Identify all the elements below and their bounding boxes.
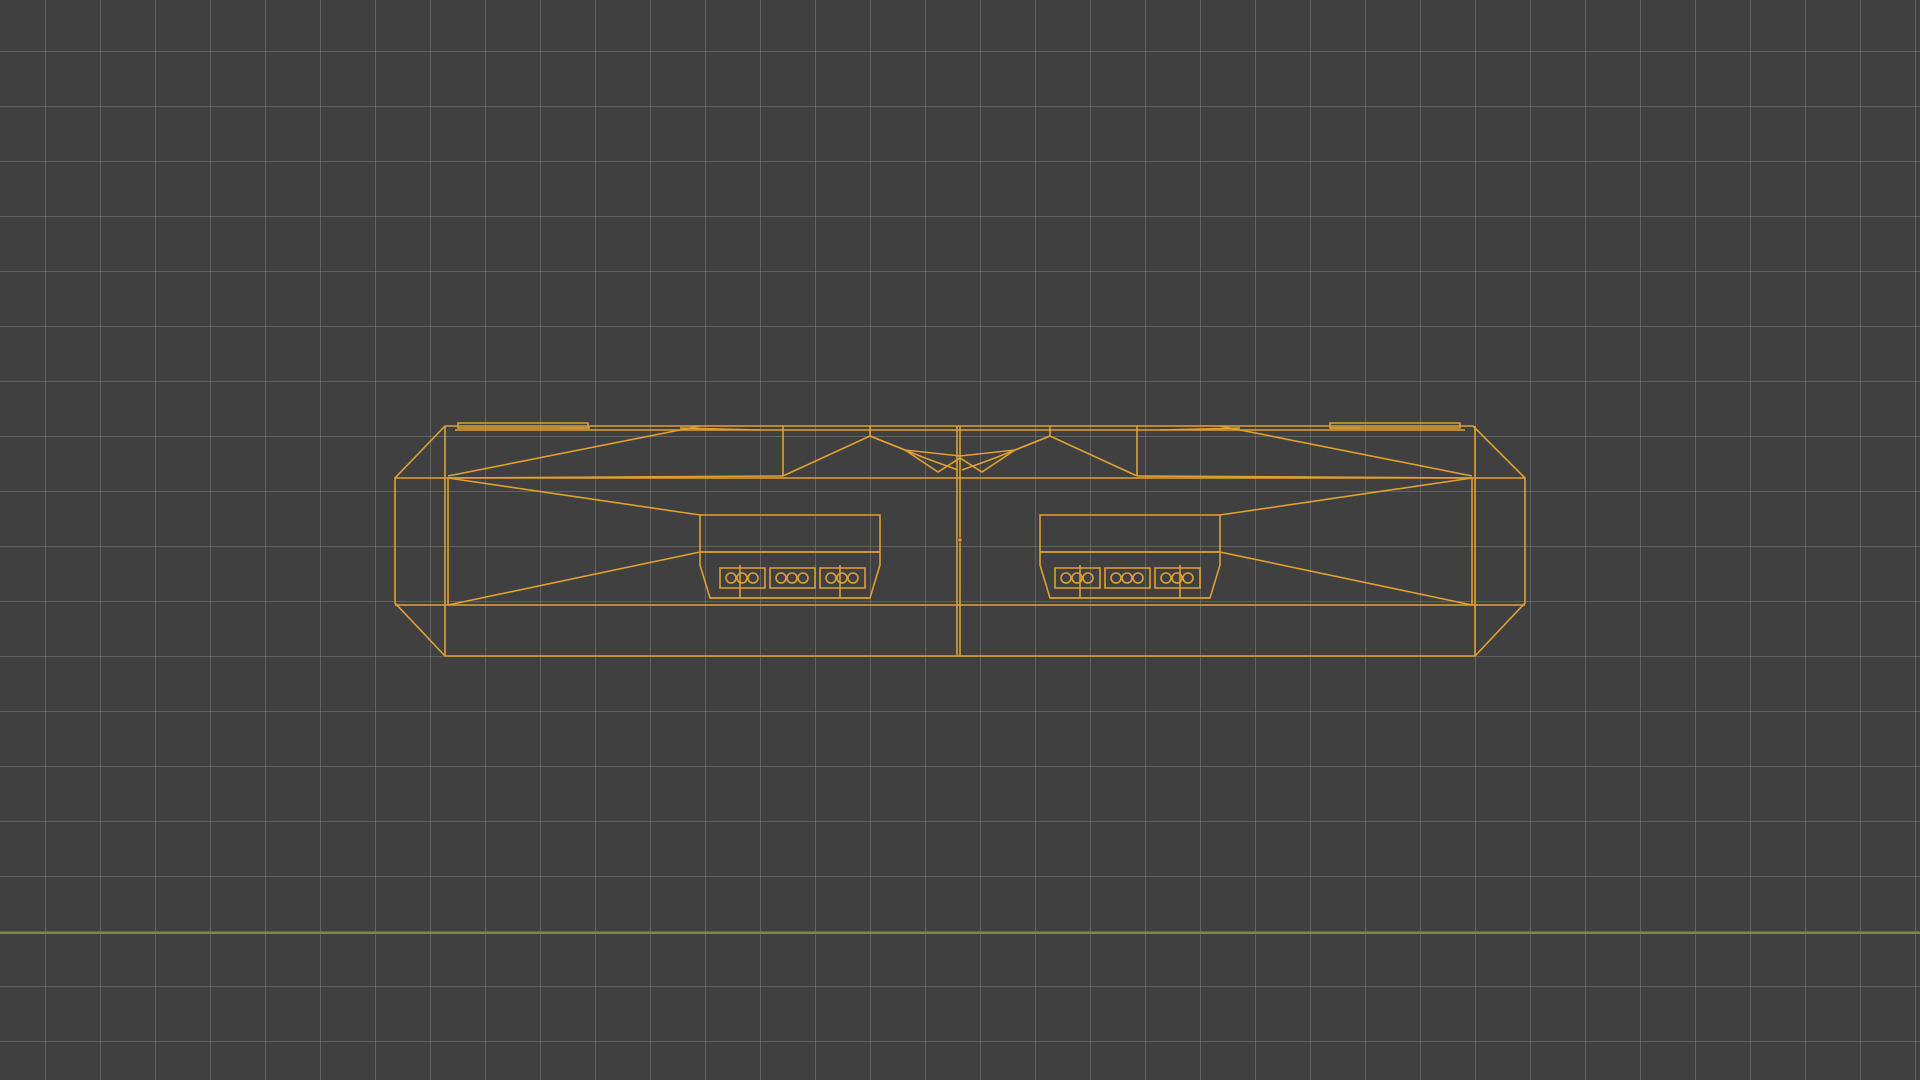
right-light-module[interactable]	[1040, 515, 1220, 598]
selected-object-wireframe[interactable]	[0, 0, 1920, 1080]
object-origin-dot[interactable]	[958, 538, 962, 542]
3d-viewport[interactable]	[0, 0, 1920, 1080]
left-light-module[interactable]	[700, 515, 880, 598]
